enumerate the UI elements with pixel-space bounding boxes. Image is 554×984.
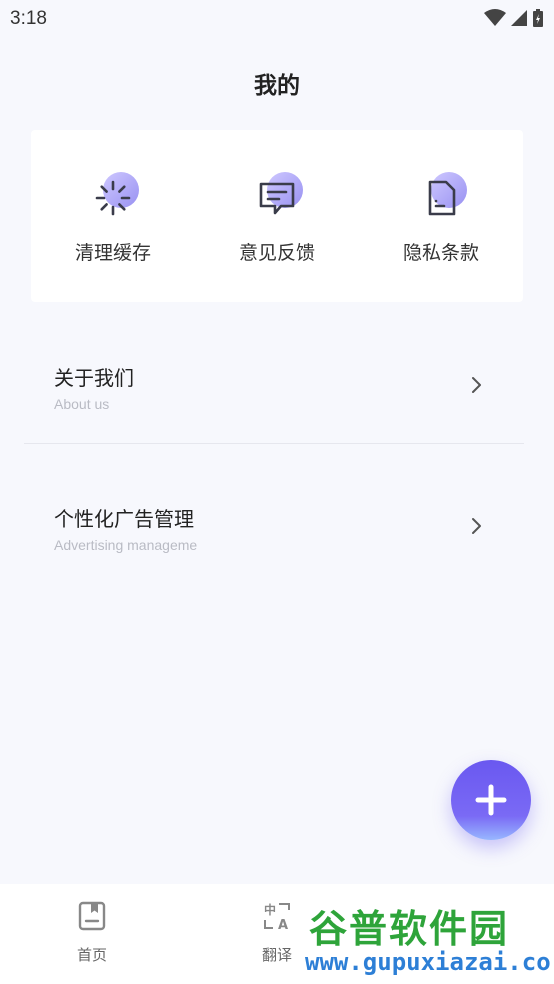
svg-text:A: A	[278, 918, 288, 932]
translate-icon: 中 A	[264, 902, 290, 933]
chat-feedback-icon	[259, 182, 295, 215]
chevron-right-icon	[472, 377, 481, 393]
status-icons	[484, 8, 544, 28]
cell-signal-icon	[511, 10, 527, 26]
feedback-label: 意见反馈	[238, 242, 315, 264]
battery-icon	[533, 9, 543, 27]
loading-spinner-icon	[95, 180, 131, 216]
privacy-policy-label: 隐私条款	[402, 242, 479, 264]
page-title: 我的	[254, 73, 300, 99]
watermark-url: www.gupuxiazai.com	[305, 948, 551, 976]
site-watermark: 谷普软件园 www.gupuxiazai.com	[303, 896, 551, 978]
bookmark-page-icon	[78, 901, 106, 931]
svg-text:中: 中	[264, 902, 276, 917]
ad-management-item[interactable]: 个性化广告管理 Advertising manageme	[24, 503, 524, 573]
status-time: 3:18	[10, 8, 47, 29]
about-us-item[interactable]: 关于我们 About us	[24, 362, 524, 432]
nav-home-tab[interactable]: 首页	[42, 900, 142, 965]
list-divider	[24, 443, 524, 444]
ad-management-subtitle: Advertising manageme	[54, 537, 198, 553]
about-us-title: 关于我们	[54, 366, 134, 390]
ad-management-title: 个性化广告管理	[54, 507, 194, 531]
chevron-right-icon	[472, 518, 481, 534]
clear-cache-button[interactable]: 清理缓存	[31, 170, 195, 265]
clear-cache-label: 清理缓存	[74, 242, 151, 264]
nav-home-label: 首页	[76, 946, 107, 964]
add-fab-button[interactable]	[451, 760, 531, 840]
document-icon	[428, 180, 456, 216]
wifi-icon	[484, 9, 506, 26]
privacy-policy-button[interactable]: 隐私条款	[359, 170, 523, 265]
watermark-title: 谷普软件园	[309, 907, 510, 951]
about-us-subtitle: About us	[54, 396, 110, 412]
quick-actions-card: 清理缓存 意见反馈 隐私条款	[31, 130, 523, 302]
plus-icon	[475, 784, 507, 816]
feedback-button[interactable]: 意见反馈	[195, 170, 359, 265]
status-bar: 3:18	[0, 0, 554, 38]
